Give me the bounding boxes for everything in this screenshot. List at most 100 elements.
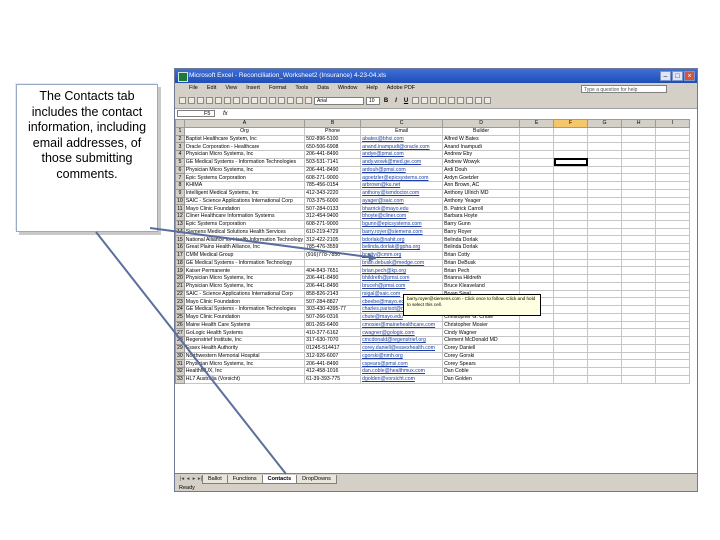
empty-cell[interactable]	[587, 336, 623, 345]
empty-cell[interactable]	[519, 188, 555, 198]
cell-org[interactable]: Maine Health Care Systems	[183, 320, 306, 330]
empty-cell[interactable]	[655, 204, 691, 213]
empty-cell[interactable]	[655, 328, 691, 337]
cell-builder[interactable]: Brian Pech	[442, 266, 521, 275]
autosum-icon[interactable]	[278, 97, 285, 104]
cell-builder[interactable]: Dan Golden	[442, 374, 521, 384]
empty-cell[interactable]	[519, 126, 555, 136]
empty-cell[interactable]	[655, 157, 691, 167]
column-header-c[interactable]: C	[360, 119, 444, 128]
empty-cell[interactable]	[655, 173, 691, 182]
empty-cell[interactable]	[587, 188, 623, 198]
menu-help[interactable]: Help	[366, 83, 377, 94]
cell-email[interactable]: cmosier@mainehealthcare.com	[360, 320, 444, 330]
cell-org[interactable]: Mayo Clinic Foundation	[183, 297, 306, 306]
cut-icon[interactable]	[233, 97, 240, 104]
empty-cell[interactable]	[621, 289, 657, 299]
empty-cell[interactable]	[519, 219, 555, 229]
empty-cell[interactable]	[621, 374, 657, 384]
empty-cell[interactable]	[655, 219, 691, 229]
empty-cell[interactable]	[587, 305, 623, 314]
empty-cell[interactable]	[587, 181, 623, 190]
empty-cell[interactable]	[519, 250, 555, 260]
empty-cell[interactable]	[587, 351, 623, 361]
empty-cell[interactable]	[519, 204, 555, 213]
empty-cell[interactable]	[553, 274, 589, 283]
empty-cell[interactable]	[553, 351, 589, 361]
empty-cell[interactable]	[587, 367, 623, 376]
empty-cell[interactable]	[553, 250, 589, 260]
empty-cell[interactable]	[587, 266, 623, 275]
empty-cell[interactable]	[655, 336, 691, 345]
menu-format[interactable]: Format	[269, 83, 286, 94]
cell-phone[interactable]: 650-506-6908	[304, 142, 362, 151]
empty-cell[interactable]	[553, 150, 589, 159]
empty-cell[interactable]	[519, 157, 555, 167]
row-header[interactable]: 20	[175, 274, 185, 283]
empty-cell[interactable]	[621, 343, 657, 353]
redo-icon[interactable]	[269, 97, 276, 104]
empty-cell[interactable]	[519, 235, 555, 244]
row-header[interactable]: 1	[175, 126, 185, 136]
empty-cell[interactable]	[519, 134, 555, 144]
empty-cell[interactable]	[553, 134, 589, 144]
cell-email[interactable]: bharrick@mayo.edu	[360, 204, 444, 213]
empty-cell[interactable]	[587, 173, 623, 182]
row-header[interactable]: 33	[175, 374, 185, 384]
empty-cell[interactable]	[553, 359, 589, 368]
row-header[interactable]: 8	[175, 181, 185, 190]
empty-cell[interactable]	[621, 281, 657, 291]
empty-cell[interactable]	[553, 165, 589, 175]
empty-cell[interactable]	[621, 134, 657, 144]
cell-org[interactable]: Northwestern Memorial Hospital	[183, 351, 306, 361]
empty-cell[interactable]	[519, 328, 555, 337]
cell-phone[interactable]: 608-271-9000	[304, 173, 362, 182]
cell-phone[interactable]: 404-843-7651	[304, 266, 362, 275]
cell-phone[interactable]: 785-456-0154	[304, 181, 362, 190]
column-header-f[interactable]: F	[553, 119, 589, 128]
empty-cell[interactable]	[587, 235, 623, 244]
percent-icon[interactable]	[457, 97, 464, 104]
cell-phone[interactable]: 412-458-1016	[304, 367, 362, 376]
empty-cell[interactable]	[655, 243, 691, 252]
cell-builder[interactable]: Ann Brown, AC	[442, 181, 521, 190]
empty-cell[interactable]	[655, 305, 691, 314]
row-header[interactable]: 23	[175, 297, 185, 306]
menu-view[interactable]: View	[225, 83, 237, 94]
cell-builder[interactable]: Brianna Hildreth	[442, 274, 521, 283]
minimize-icon[interactable]: –	[660, 71, 671, 81]
cell-builder[interactable]: Anthony Ullrich MD	[442, 188, 521, 198]
row-header[interactable]: 19	[175, 266, 185, 275]
empty-cell[interactable]	[655, 181, 691, 190]
cell-org[interactable]: Physician Micro Systems, Inc	[183, 281, 306, 291]
row-header[interactable]: 2	[175, 134, 185, 144]
empty-cell[interactable]	[621, 305, 657, 314]
cell-phone[interactable]: 412-343-2220	[304, 188, 362, 198]
empty-cell[interactable]	[655, 312, 691, 322]
cell-email[interactable]: cspears@pmsi.com	[360, 359, 444, 368]
empty-cell[interactable]	[519, 150, 555, 159]
row-header[interactable]: 27	[175, 328, 185, 337]
empty-cell[interactable]	[587, 204, 623, 213]
cell-phone[interactable]: 206-441-8490	[304, 359, 362, 368]
empty-cell[interactable]	[587, 281, 623, 291]
cell-builder[interactable]: Dan Coble	[442, 367, 521, 376]
cell-email[interactable]: anand.inampudi@oracle.com	[360, 142, 444, 151]
empty-cell[interactable]	[621, 212, 657, 221]
empty-cell[interactable]	[621, 235, 657, 244]
empty-cell[interactable]	[553, 305, 589, 314]
cell-email[interactable]: bcotty@cmm.org	[360, 250, 444, 260]
cell-org[interactable]: Essex Health Authority	[183, 343, 306, 353]
cell-builder[interactable]: Belinda Dorlak	[442, 243, 521, 252]
cell-builder[interactable]: Anand Inampudi	[442, 142, 521, 151]
empty-cell[interactable]	[621, 227, 657, 237]
row-header[interactable]: 32	[175, 367, 185, 376]
cell-org[interactable]: Mayo Clinic Foundation	[183, 204, 306, 213]
empty-cell[interactable]	[655, 289, 691, 299]
cell-org[interactable]: Physician Micro Systems, Inc	[183, 359, 306, 368]
cell-org[interactable]: Oracle Corporation - Healthcare	[183, 142, 306, 151]
row-header[interactable]: 21	[175, 281, 185, 291]
empty-cell[interactable]	[519, 343, 555, 353]
empty-cell[interactable]	[553, 374, 589, 384]
empty-cell[interactable]	[553, 173, 589, 182]
